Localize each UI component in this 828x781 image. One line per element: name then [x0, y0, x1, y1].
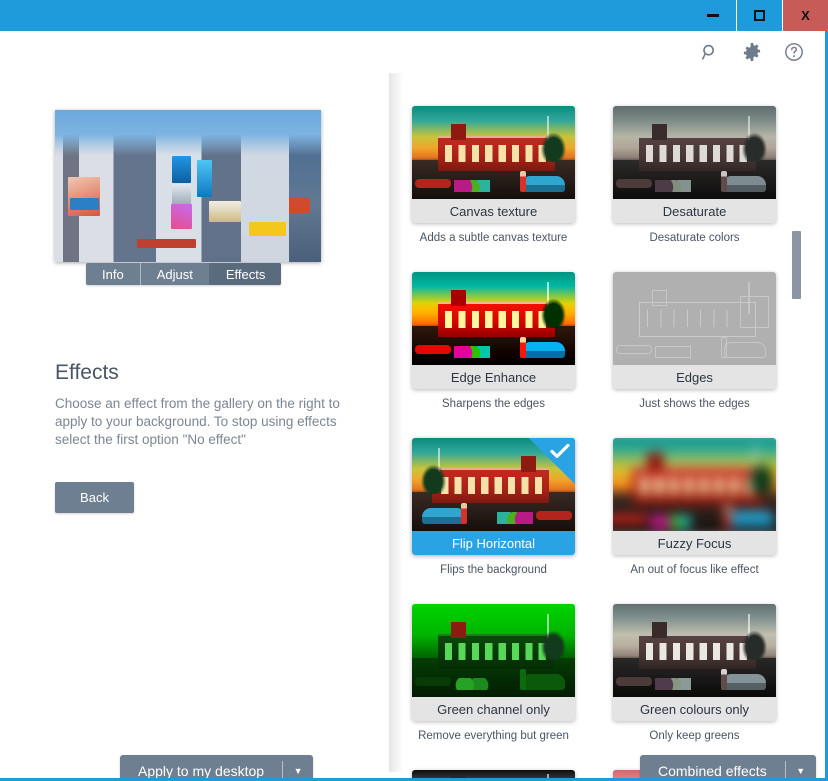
title-bar: X: [0, 0, 828, 31]
maximize-icon: [754, 10, 765, 21]
effects-grid: Canvas texture Adds a subtle canvas text…: [412, 106, 802, 778]
effect-thumbnail[interactable]: Green colours only: [613, 604, 776, 721]
effect-preview-art: [613, 604, 776, 697]
effect-label: Green colours only: [613, 697, 776, 721]
effect-preview-art: [412, 604, 575, 697]
gear-icon[interactable]: [739, 39, 765, 65]
effect-thumbnail[interactable]: Flip Horizontal: [412, 438, 575, 555]
effect-description: Adds a subtle canvas texture: [419, 232, 568, 244]
effect-description: Sharpens the edges: [442, 398, 545, 410]
page-title: Effects: [55, 361, 119, 384]
help-icon[interactable]: [781, 39, 807, 65]
tab-bar: Info Adjust Effects: [86, 263, 282, 285]
effect-thumbnail[interactable]: Fuzzy Focus: [613, 438, 776, 555]
effect-preview-art: [412, 272, 575, 365]
effect-thumbnail[interactable]: [412, 770, 575, 778]
effect-description: An out of focus like effect: [630, 564, 759, 576]
effect-label: Canvas texture: [412, 199, 575, 223]
combined-effects-label: Combined effects: [658, 762, 767, 779]
close-icon: X: [801, 8, 810, 23]
effect-thumbnail[interactable]: Edges: [613, 272, 776, 389]
effect-card[interactable]: Desaturate Desaturate colors: [613, 106, 776, 244]
effect-label: Fuzzy Focus: [613, 531, 776, 555]
detail-panel: Info Adjust Effects Effects Choose an ef…: [0, 73, 392, 778]
effect-description: Flips the background: [440, 564, 547, 576]
effect-card[interactable]: Edges Just shows the edges: [613, 272, 776, 410]
back-button[interactable]: Back: [55, 482, 134, 513]
effect-description: Only keep greens: [649, 730, 740, 742]
effect-preview-art: [412, 106, 575, 199]
effect-label: Green channel only: [412, 697, 575, 721]
effect-preview-art: [613, 272, 776, 365]
effect-thumbnail[interactable]: Desaturate: [613, 106, 776, 223]
tab-effects[interactable]: Effects: [208, 263, 282, 285]
effect-card[interactable]: Fuzzy Focus An out of focus like effect: [613, 438, 776, 576]
tab-info[interactable]: Info: [86, 263, 140, 285]
effect-card[interactable]: Green channel only Remove everything but…: [412, 604, 575, 742]
title-bar-drag-area[interactable]: [0, 0, 690, 31]
effect-thumbnail[interactable]: Edge Enhance: [412, 272, 575, 389]
effect-label: Flip Horizontal: [412, 531, 575, 555]
effect-card[interactable]: Edge Enhance Sharpens the edges: [412, 272, 575, 410]
chevron-down-icon[interactable]: ▼: [786, 755, 816, 778]
maximize-button[interactable]: [736, 0, 782, 31]
effects-gallery: Canvas texture Adds a subtle canvas text…: [400, 73, 825, 778]
effect-description: Desaturate colors: [649, 232, 740, 244]
effect-card-selected[interactable]: Flip Horizontal Flips the background: [412, 438, 575, 576]
application-window: X Info Adjust Effects Effects Choose an …: [0, 0, 828, 781]
effect-description: Just shows the edges: [639, 398, 750, 410]
effect-preview-art: [412, 770, 575, 778]
effect-thumbnail[interactable]: Green channel only: [412, 604, 575, 721]
effect-card[interactable]: Green colours only Only keep greens: [613, 604, 776, 742]
effect-label: Edge Enhance: [412, 365, 575, 389]
tab-adjust[interactable]: Adjust: [139, 263, 209, 285]
effect-label: Edges: [613, 365, 776, 389]
gallery-scrollbar-thumb[interactable]: [792, 231, 801, 299]
effect-preview-art: [613, 438, 776, 531]
preview-billboards: [55, 110, 321, 262]
search-icon[interactable]: [697, 39, 723, 65]
background-preview-image[interactable]: [55, 110, 321, 262]
effect-thumbnail[interactable]: Canvas texture: [412, 106, 575, 223]
section-description: Choose an effect from the gallery on the…: [55, 396, 340, 447]
chevron-down-icon[interactable]: ▼: [283, 755, 313, 778]
client-area: Info Adjust Effects Effects Choose an ef…: [0, 31, 825, 778]
gallery-scrollbar-track[interactable]: [792, 78, 801, 773]
effect-description: Remove everything but green: [418, 730, 569, 742]
combined-effects-button[interactable]: Combined effects ▼: [640, 755, 816, 778]
apply-to-desktop-button[interactable]: Apply to my desktop ▼: [120, 755, 314, 779]
close-button[interactable]: X: [782, 0, 828, 31]
toolbar: [0, 31, 825, 73]
effect-card-partial[interactable]: [412, 770, 575, 778]
effect-preview-art: [412, 438, 575, 531]
minimize-icon: [707, 14, 719, 17]
apply-to-desktop-label: Apply to my desktop: [138, 762, 265, 779]
effect-label: Desaturate: [613, 199, 776, 223]
minimize-button[interactable]: [690, 0, 736, 31]
effect-card[interactable]: Canvas texture Adds a subtle canvas text…: [412, 106, 575, 244]
effect-preview-art: [613, 106, 776, 199]
